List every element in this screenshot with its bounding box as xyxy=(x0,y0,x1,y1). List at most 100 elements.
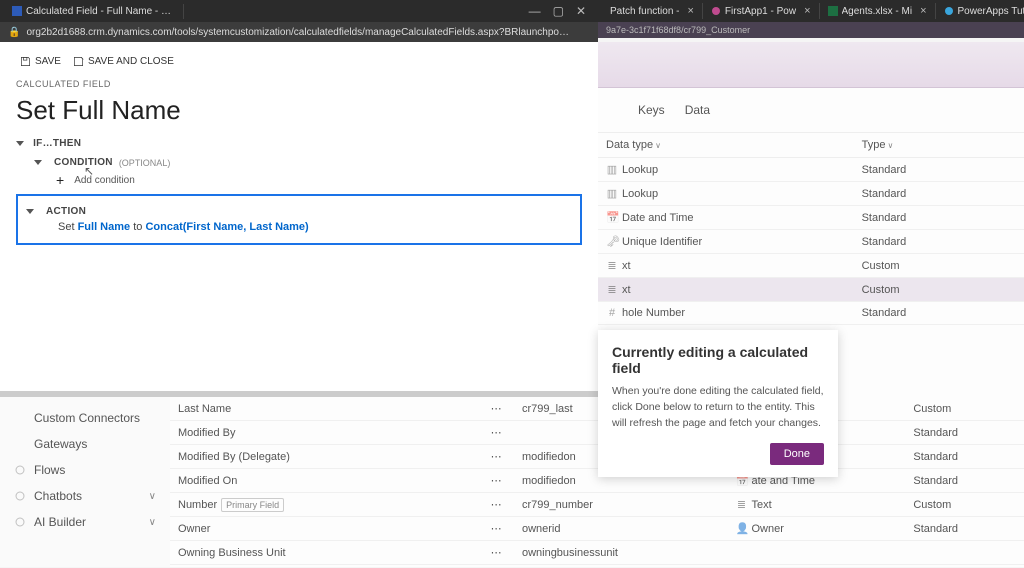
browser-tab[interactable]: Calculated Field - Full Name - Microsoft… xyxy=(4,4,184,19)
done-button[interactable]: Done xyxy=(770,443,824,465)
secondary-address-bar: 9a7e-3c1f71f68df8/cr799_Customer xyxy=(598,22,1024,38)
add-condition-label: Add condition xyxy=(74,175,135,186)
table-row[interactable]: Modified By (Delegate)⋯modifiedon▥ookupS… xyxy=(170,445,1024,469)
entity-header-strip xyxy=(598,42,1024,88)
editor-title: Set Full Name xyxy=(16,95,582,126)
left-sidebar: Custom Connectors Gateways Flows Chatbots ∨ A… xyxy=(0,397,170,567)
table-row[interactable]: Modified On⋯modifiedon📅ate and TimeStand… xyxy=(170,469,1024,493)
plus-icon: + xyxy=(56,172,64,188)
action-header[interactable]: ACTION xyxy=(46,206,86,217)
address-url: org2b2d1688.crm.dynamics.com/tools/syste… xyxy=(26,27,569,38)
caret-down-icon xyxy=(16,141,24,146)
window-controls: — ▢ ✕ xyxy=(521,4,594,18)
sidebar-item-label: AI Builder xyxy=(34,515,86,529)
sidebar-item-label: Chatbots xyxy=(34,489,82,503)
save-close-icon xyxy=(73,56,84,67)
table-row[interactable]: 🗝Unique IdentifierStandard xyxy=(598,230,1024,254)
datatype-icon: 📅 xyxy=(606,211,618,224)
sidebar-item[interactable]: Flows xyxy=(0,457,170,483)
row-action-menu[interactable]: ⋯ xyxy=(478,517,514,541)
action-section: ACTION Set Full Name to Concat(First Nam… xyxy=(16,194,582,245)
save-icon xyxy=(20,56,31,67)
chevron-down-icon: ∨ xyxy=(149,491,156,502)
add-condition-button[interactable]: + ↖ Add condition xyxy=(16,172,582,188)
save-close-label: SAVE AND CLOSE xyxy=(88,56,174,67)
save-and-close-button[interactable]: SAVE AND CLOSE xyxy=(69,54,178,69)
window-maximize[interactable]: ▢ xyxy=(553,4,564,18)
popup-title: Currently editing a calculated field xyxy=(612,344,824,376)
table-row[interactable]: 📅Date and TimeStandard xyxy=(598,206,1024,230)
row-action-menu[interactable]: ⋯ xyxy=(478,421,514,445)
sidebar-item-label: Custom Connectors xyxy=(34,411,140,425)
window-minimize[interactable]: — xyxy=(529,4,541,18)
columns-table-top: Data type∨ Type∨ ▥LookupStandard▥LookupS… xyxy=(598,133,1024,325)
powerapps-icon xyxy=(711,6,721,16)
sidebar-item-label: Flows xyxy=(34,463,65,477)
tab-title: Calculated Field - Full Name - Microsoft… xyxy=(26,6,175,17)
entity-tabs: Keys Data xyxy=(598,88,1024,133)
address-bar[interactable]: 🔒 org2b2d1688.crm.dynamics.com/tools/sys… xyxy=(0,22,598,42)
browser-tab[interactable]: PowerApps Tut× xyxy=(936,3,1024,19)
tab-keys[interactable]: Keys xyxy=(638,103,665,117)
tab-title: FirstApp1 - Pow xyxy=(725,6,796,17)
tab-title: Patch function - xyxy=(610,6,679,17)
table-row[interactable]: Modified By⋯▥ookupStandard xyxy=(170,421,1024,445)
column-header-datatype[interactable]: Data type∨ xyxy=(598,133,854,158)
lock-icon: 🔒 xyxy=(8,27,20,38)
datatype-icon: ≣ xyxy=(606,259,618,272)
optional-label: (OPTIONAL) xyxy=(119,158,171,168)
datatype-icon: ▥ xyxy=(606,163,618,176)
if-then-header[interactable]: IF…THEN xyxy=(16,138,582,149)
tab-close-icon[interactable]: × xyxy=(687,5,693,17)
browser-tab-strip-left: Calculated Field - Full Name - Microsoft… xyxy=(0,0,598,22)
condition-header[interactable]: CONDITION xyxy=(54,157,113,168)
sidebar-item[interactable]: Custom Connectors xyxy=(0,405,170,431)
tab-title: Agents.xlsx - Mi xyxy=(842,6,913,17)
excel-icon xyxy=(828,6,838,16)
browser-tab[interactable]: Patch function - × xyxy=(602,3,703,19)
browser-tab-strip-right: Patch function - × FirstApp1 - Pow × Agent… xyxy=(598,0,1024,22)
row-action-menu[interactable]: ⋯ xyxy=(478,541,514,565)
row-action-menu[interactable]: ⋯ xyxy=(478,469,514,493)
table-row[interactable]: ≣xtCustom xyxy=(598,254,1024,278)
save-button[interactable]: SAVE xyxy=(16,54,65,69)
row-action-menu[interactable]: ⋯ xyxy=(478,397,514,421)
ai-icon xyxy=(14,516,26,528)
table-row[interactable]: #hole NumberStandard xyxy=(598,302,1024,325)
browser-tab[interactable]: FirstApp1 - Pow × xyxy=(703,3,820,19)
table-row[interactable]: Last Name⋯cr799_last≣xtCustom xyxy=(170,397,1024,421)
tab-data[interactable]: Data xyxy=(685,103,710,117)
row-action-menu[interactable]: ⋯ xyxy=(478,445,514,469)
secondary-url: 9a7e-3c1f71f68df8/cr799_Customer xyxy=(606,25,750,35)
sidebar-item-label: Gateways xyxy=(34,437,87,451)
tab-close-icon[interactable]: × xyxy=(920,5,926,17)
sidebar-item[interactable]: Chatbots ∨ xyxy=(0,483,170,509)
sidebar-item[interactable]: AI Builder∨ xyxy=(0,509,170,535)
datatype-icon: ▥ xyxy=(606,187,618,200)
chatbot-icon xyxy=(14,490,26,502)
tab-title: PowerApps Tut xyxy=(958,6,1024,17)
primary-field-badge: Primary Field xyxy=(221,498,284,512)
row-action-menu[interactable]: ⋯ xyxy=(478,493,514,517)
powerapps-icon xyxy=(944,6,954,16)
table-row[interactable]: Owning Business Unit⋯owningbusinessunit xyxy=(170,541,1024,565)
sidebar-item[interactable]: Gateways xyxy=(0,431,170,457)
window-close[interactable]: ✕ xyxy=(576,4,586,18)
table-row[interactable]: Owner⋯ownerid👤OwnerStandard xyxy=(170,517,1024,541)
datatype-icon: ≣ xyxy=(735,498,747,511)
datatype-icon: # xyxy=(606,307,618,319)
datatype-icon: 🗝 xyxy=(606,235,618,248)
browser-tab[interactable]: Agents.xlsx - Mi × xyxy=(820,3,936,19)
editing-popup: Currently editing a calculated field Whe… xyxy=(598,330,838,477)
dynamics-icon xyxy=(12,6,22,16)
table-row[interactable]: ≣xtCustom xyxy=(598,278,1024,302)
action-expression[interactable]: Set Full Name to Concat(First Name, Last… xyxy=(18,221,580,233)
datatype-icon: ≣ xyxy=(606,283,618,296)
editor-breadcrumb: CALCULATED FIELD xyxy=(16,79,582,89)
table-row[interactable]: ▥LookupStandard xyxy=(598,158,1024,182)
popup-body: When you're done editing the calculated … xyxy=(612,384,824,431)
table-row[interactable]: ▥LookupStandard xyxy=(598,182,1024,206)
column-header-type[interactable]: Type∨ xyxy=(854,133,1024,158)
tab-close-icon[interactable]: × xyxy=(804,5,810,17)
table-row[interactable]: NumberPrimary Field⋯cr799_number≣TextCus… xyxy=(170,493,1024,517)
